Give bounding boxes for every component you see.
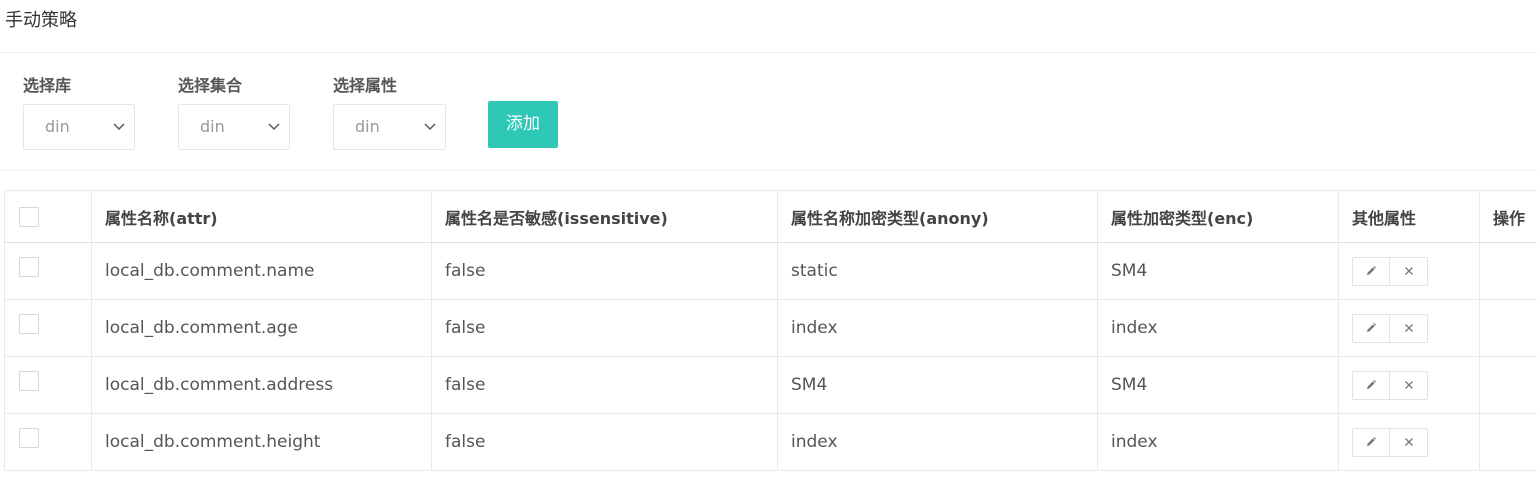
collection-select-value: din xyxy=(200,117,225,136)
filter-divider xyxy=(0,170,1537,171)
row-checkbox[interactable] xyxy=(19,371,39,391)
cell-attr: local_db.comment.age xyxy=(91,300,432,356)
row-select-cell xyxy=(4,243,92,299)
filter-collection: 选择集合 din xyxy=(178,76,290,150)
cell-anony: SM4 xyxy=(777,357,1098,413)
cell-anony: index xyxy=(777,414,1098,470)
table-row: local_db.comment.height false index inde… xyxy=(4,414,1537,471)
manual-policy-page: 手动策略 选择库 din 选择集合 din 选择属性 din 添加 属性名称(a… xyxy=(0,0,1537,480)
cell-attr: local_db.comment.address xyxy=(91,357,432,413)
pencil-icon xyxy=(1367,266,1376,275)
table-row: local_db.comment.name false static SM4 xyxy=(4,243,1537,300)
attribute-select[interactable]: din xyxy=(333,104,446,150)
policy-table: 属性名称(attr) 属性名是否敏感(issensitive) 属性名称加密类型… xyxy=(4,190,1537,471)
collection-select[interactable]: din xyxy=(178,104,290,150)
filter-label-attribute: 选择属性 xyxy=(333,76,398,95)
edit-button[interactable] xyxy=(1352,370,1390,400)
edit-button[interactable] xyxy=(1352,313,1390,343)
cell-other xyxy=(1338,414,1480,470)
close-icon xyxy=(1404,381,1413,389)
row-select-cell xyxy=(4,300,92,356)
cell-enc: index xyxy=(1097,300,1339,356)
table-header-row: 属性名称(attr) 属性名是否敏感(issensitive) 属性名称加密类型… xyxy=(4,190,1537,243)
chevron-down-icon xyxy=(424,123,436,131)
cell-other xyxy=(1338,300,1480,356)
cell-enc: SM4 xyxy=(1097,243,1339,299)
select-all-checkbox[interactable] xyxy=(19,206,39,227)
row-select-cell xyxy=(4,414,92,470)
table-row: local_db.comment.address false SM4 SM4 xyxy=(4,357,1537,414)
pencil-icon xyxy=(1367,380,1376,389)
cell-other xyxy=(1338,243,1480,299)
row-action-group xyxy=(1352,313,1428,343)
cell-issensitive: false xyxy=(431,357,778,413)
filter-label-collection: 选择集合 xyxy=(178,76,243,95)
edit-button[interactable] xyxy=(1352,427,1390,457)
close-icon xyxy=(1404,438,1413,446)
database-select-value: din xyxy=(45,117,70,136)
header-select-cell xyxy=(4,191,92,242)
add-button[interactable]: 添加 xyxy=(488,101,558,148)
close-icon xyxy=(1404,324,1413,332)
cell-anony: index xyxy=(777,300,1098,356)
table-row: local_db.comment.age false index index xyxy=(4,300,1537,357)
edit-button[interactable] xyxy=(1352,256,1390,286)
header-attr: 属性名称(attr) xyxy=(91,191,432,242)
header-issensitive: 属性名是否敏感(issensitive) xyxy=(431,191,778,242)
chevron-down-icon xyxy=(113,123,125,131)
filter-label-database: 选择库 xyxy=(23,76,72,95)
row-action-group xyxy=(1352,256,1428,286)
database-select[interactable]: din xyxy=(23,104,135,150)
row-checkbox[interactable] xyxy=(19,257,39,277)
cell-issensitive: false xyxy=(431,243,778,299)
cell-enc: index xyxy=(1097,414,1339,470)
cell-attr: local_db.comment.name xyxy=(91,243,432,299)
pencil-icon xyxy=(1367,323,1376,332)
cell-enc: SM4 xyxy=(1097,357,1339,413)
row-checkbox[interactable] xyxy=(19,314,39,334)
header-enc: 属性加密类型(enc) xyxy=(1097,191,1339,242)
row-checkbox[interactable] xyxy=(19,428,39,448)
header-other: 其他属性 xyxy=(1338,191,1480,242)
cell-issensitive: false xyxy=(431,300,778,356)
attribute-select-value: din xyxy=(355,117,380,136)
header-ops: 操作 xyxy=(1479,191,1537,242)
row-action-group xyxy=(1352,427,1428,457)
delete-button[interactable] xyxy=(1390,370,1428,400)
filter-attribute: 选择属性 din xyxy=(333,76,446,150)
header-anony: 属性名称加密类型(anony) xyxy=(777,191,1098,242)
delete-button[interactable] xyxy=(1390,256,1428,286)
row-select-cell xyxy=(4,357,92,413)
row-action-group xyxy=(1352,370,1428,400)
close-icon xyxy=(1404,267,1413,275)
title-divider xyxy=(0,52,1537,53)
filter-database: 选择库 din xyxy=(23,76,135,150)
delete-button[interactable] xyxy=(1390,427,1428,457)
delete-button[interactable] xyxy=(1390,313,1428,343)
pencil-icon xyxy=(1367,437,1376,446)
cell-other xyxy=(1338,357,1480,413)
cell-attr: local_db.comment.height xyxy=(91,414,432,470)
cell-issensitive: false xyxy=(431,414,778,470)
page-title: 手动策略 xyxy=(5,10,77,31)
cell-anony: static xyxy=(777,243,1098,299)
chevron-down-icon xyxy=(268,123,280,131)
